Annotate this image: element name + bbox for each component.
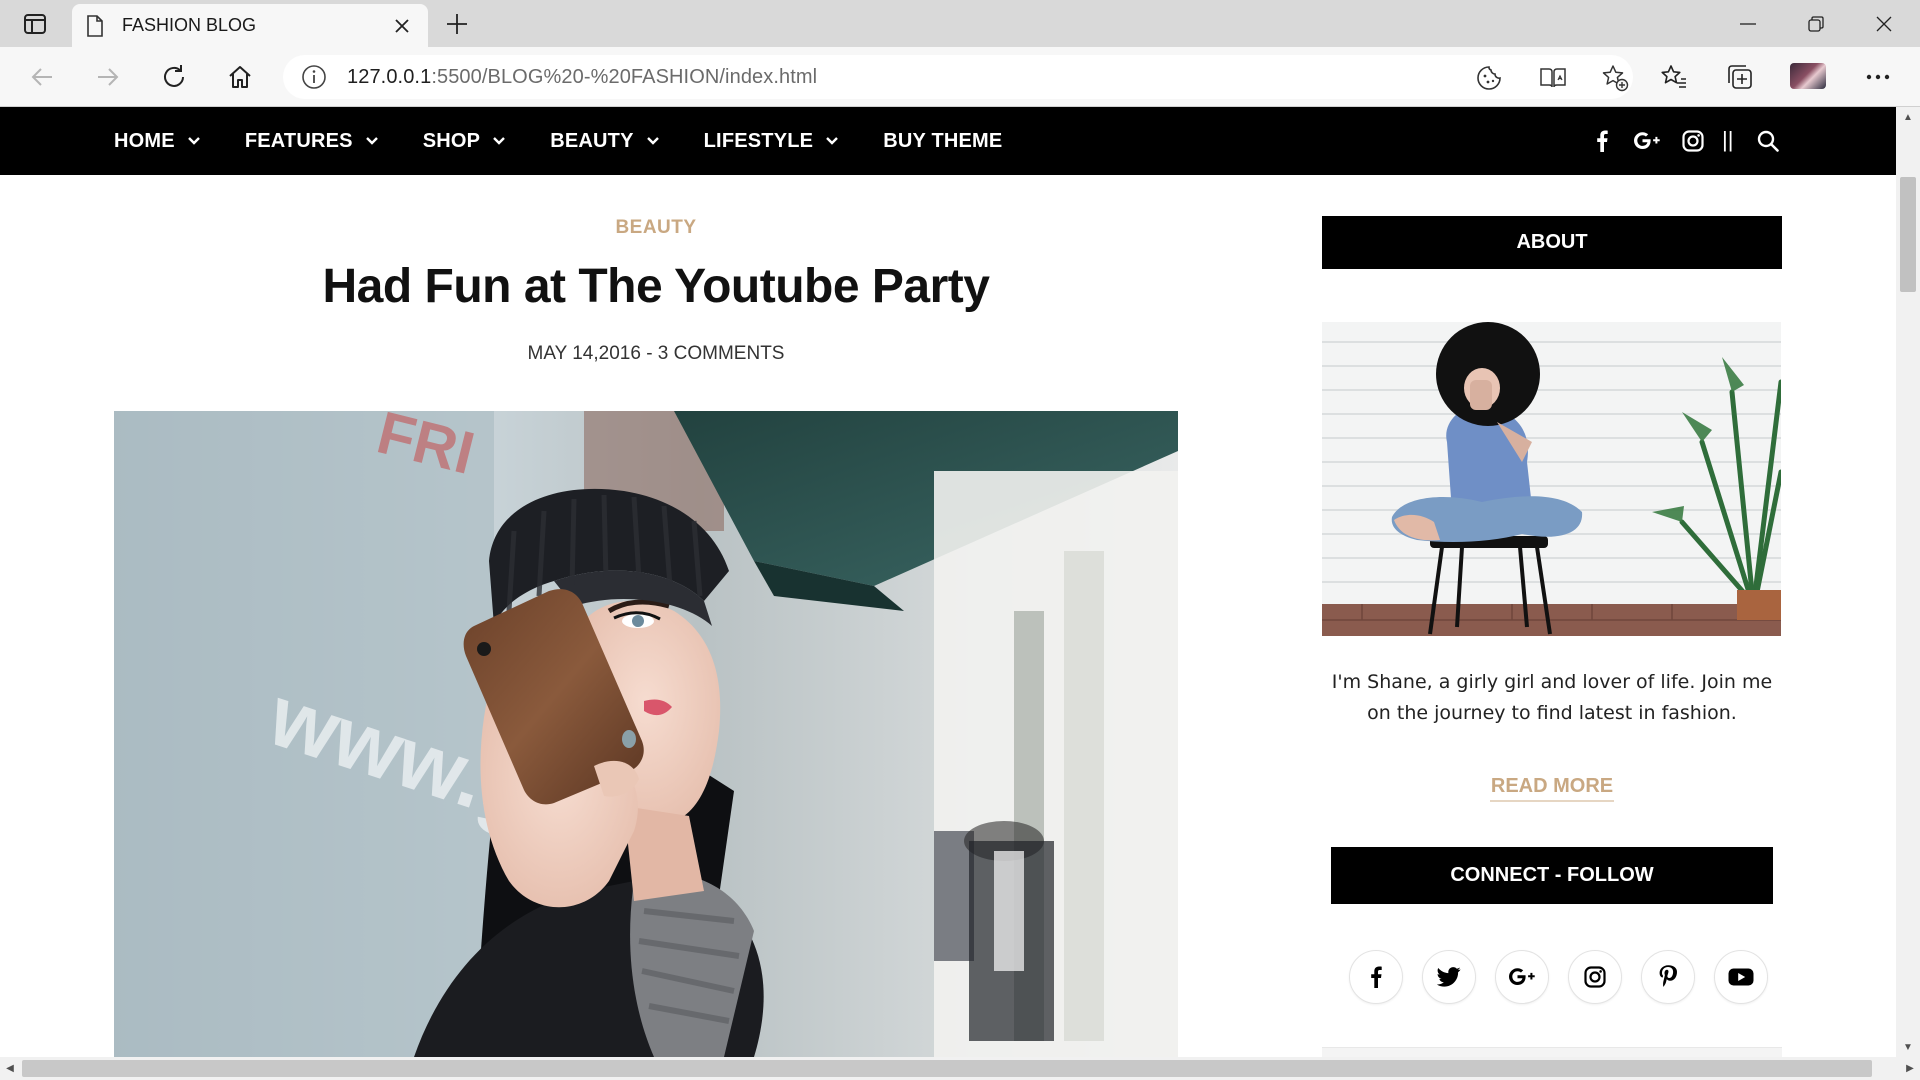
cookie-icon[interactable]	[1475, 64, 1503, 92]
instagram-icon[interactable]	[1568, 950, 1622, 1004]
post-category[interactable]: BEAUTY	[600, 217, 712, 239]
nav-item-label: BEAUTY	[550, 129, 634, 152]
tab-title: FASHION BLOG	[122, 15, 257, 35]
refresh-icon[interactable]	[156, 59, 192, 95]
about-author-photo	[1322, 322, 1781, 636]
nav-item-buy-theme[interactable]: BUY THEME	[883, 130, 1002, 153]
about-widget-title: ABOUT	[1322, 216, 1782, 269]
vertical-scrollbar[interactable]: ▲ ▼	[1896, 107, 1920, 1057]
close-icon[interactable]	[390, 14, 414, 38]
page-icon	[86, 14, 104, 37]
nav-item-features[interactable]: FEATURES	[245, 130, 379, 153]
social-follow-row	[1349, 950, 1769, 1006]
add-favorite-icon[interactable]	[1601, 64, 1629, 92]
pinterest-icon[interactable]	[1641, 950, 1695, 1004]
info-icon[interactable]	[301, 64, 327, 90]
url-path: :5500/BLOG%20-%20FASHION/index.html	[431, 65, 818, 88]
profile-avatar[interactable]	[1790, 63, 1826, 89]
restore-icon[interactable]	[1788, 6, 1844, 42]
nav-item-label: HOME	[114, 129, 175, 152]
post-meta: MAY 14,2016 - 3 COMMENTS	[527, 343, 785, 364]
immersive-reader-icon[interactable]	[1539, 64, 1567, 92]
read-more-link[interactable]: READ MORE	[1490, 775, 1614, 802]
search-icon[interactable]	[1756, 129, 1780, 153]
nav-item-beauty[interactable]: BEAUTY	[550, 130, 659, 153]
forward-arrow-icon[interactable]	[90, 59, 126, 95]
back-arrow-icon[interactable]	[24, 59, 60, 95]
post-title[interactable]: Had Fun at The Youtube Party	[200, 259, 1112, 314]
more-icon[interactable]	[1862, 61, 1894, 93]
about-description: I'm Shane, a girly girl and lover of lif…	[1331, 671, 1773, 724]
tab-actions-icon[interactable]	[18, 10, 52, 38]
connect-follow-title: CONNECT - FOLLOW	[1331, 847, 1773, 904]
browser-tab-active[interactable]: FASHION BLOG	[72, 4, 428, 47]
plus-icon[interactable]	[442, 9, 472, 39]
collections-icon[interactable]	[1724, 61, 1756, 93]
nav-item-home[interactable]: HOME	[114, 130, 201, 153]
scroll-down-icon[interactable]: ▼	[1896, 1037, 1920, 1057]
chevron-down-icon	[187, 137, 200, 145]
twitter-icon[interactable]	[1422, 950, 1476, 1004]
scroll-left-icon[interactable]: ◀	[0, 1057, 20, 1080]
nav-item-label: FEATURES	[244, 129, 353, 152]
nav-item-label: LIFESTYLE	[703, 129, 814, 152]
site-navbar: HOME FEATURES SHOP BEAUTY LIFESTYLE BUY …	[0, 107, 1896, 175]
favorites-icon[interactable]	[1658, 61, 1690, 93]
nav-google-plus-icon[interactable]	[1634, 129, 1660, 153]
chevron-down-icon	[646, 137, 659, 145]
page-viewport: HOME FEATURES SHOP BEAUTY LIFESTYLE BUY …	[0, 107, 1896, 1057]
chevron-down-icon	[826, 137, 839, 145]
scroll-up-icon[interactable]: ▲	[1896, 107, 1920, 127]
facebook-icon[interactable]	[1349, 950, 1403, 1004]
nav-item-lifestyle[interactable]: LIFESTYLE	[704, 130, 840, 153]
chevron-down-icon	[493, 137, 506, 145]
browser-toolbar: 127.0.0.1:5500/BLOG%20-%20FASHION/index.…	[0, 47, 1920, 107]
address-bar[interactable]: 127.0.0.1:5500/BLOG%20-%20FASHION/index.…	[283, 55, 1633, 99]
chevron-down-icon	[365, 137, 378, 145]
horizontal-scroll-thumb[interactable]	[22, 1060, 1872, 1077]
home-icon[interactable]	[222, 59, 258, 95]
nav-item-label: BUY THEME	[883, 129, 1003, 152]
browser-titlebar: FASHION BLOG	[0, 0, 1920, 47]
window-close-icon[interactable]	[1856, 6, 1912, 42]
next-widget-edge	[1322, 1047, 1782, 1057]
nav-separator: ||	[1722, 127, 1734, 152]
post-featured-image[interactable]: www.gree FRI	[114, 411, 1178, 1057]
minimize-icon[interactable]	[1720, 6, 1776, 42]
scroll-right-icon[interactable]: ▶	[1900, 1057, 1920, 1080]
nav-item-label: SHOP	[422, 129, 481, 152]
vertical-scroll-thumb[interactable]	[1900, 177, 1916, 292]
horizontal-scrollbar[interactable]: ◀ ▶	[0, 1057, 1920, 1080]
main-menu: HOME FEATURES SHOP BEAUTY LIFESTYLE BUY …	[114, 107, 1046, 175]
google-plus-icon[interactable]	[1495, 950, 1549, 1004]
nav-facebook-icon[interactable]	[1592, 129, 1612, 153]
youtube-icon[interactable]	[1714, 950, 1768, 1004]
nav-item-shop[interactable]: SHOP	[423, 130, 506, 153]
url-text[interactable]: 127.0.0.1:5500/BLOG%20-%20FASHION/index.…	[347, 66, 817, 89]
nav-instagram-icon[interactable]	[1681, 129, 1705, 153]
url-host: 127.0.0.1	[347, 65, 432, 88]
